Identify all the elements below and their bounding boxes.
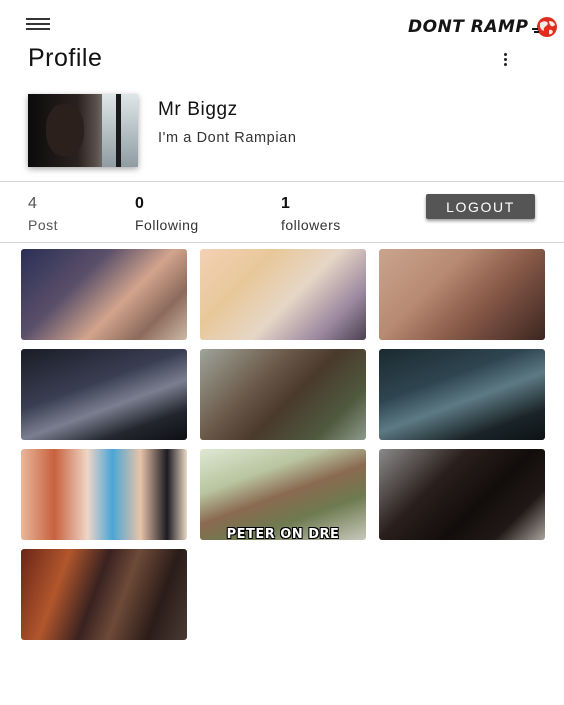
stat-following[interactable]: 0 Following xyxy=(135,195,199,233)
avatar[interactable] xyxy=(28,94,138,167)
post-thumbnail[interactable] xyxy=(21,349,187,440)
globe-icon xyxy=(532,17,558,37)
top-app-bar: DONT RAMP xyxy=(0,0,564,44)
following-count: 0 xyxy=(135,195,145,212)
post-thumbnail[interactable] xyxy=(21,549,187,640)
posts-label: Post xyxy=(28,217,59,233)
user-bio: I'm a Dont Rampian xyxy=(158,130,297,146)
stat-followers[interactable]: 1 followers xyxy=(281,195,341,233)
logout-button[interactable]: LOGOUT xyxy=(426,194,535,219)
logo-text: DONT RAMP xyxy=(408,17,529,37)
post-thumbnail[interactable] xyxy=(200,349,366,440)
posts-count: 4 xyxy=(28,195,38,212)
divider xyxy=(0,181,564,182)
post-thumbnail[interactable] xyxy=(21,449,187,540)
post-thumbnail[interactable] xyxy=(379,349,545,440)
hamburger-menu-icon[interactable] xyxy=(26,18,50,34)
page-title: Profile xyxy=(28,44,103,72)
user-name: Mr Biggz xyxy=(158,99,238,120)
followers-count: 1 xyxy=(281,195,291,212)
more-vertical-icon[interactable] xyxy=(499,52,513,68)
post-thumbnail[interactable] xyxy=(21,249,187,340)
following-label: Following xyxy=(135,217,199,233)
post-thumbnail[interactable] xyxy=(200,249,366,340)
stat-posts[interactable]: 4 Post xyxy=(28,195,58,233)
app-logo[interactable]: DONT RAMP xyxy=(408,14,561,40)
post-thumbnail[interactable] xyxy=(379,449,545,540)
post-thumbnail[interactable]: PETER ON DRE xyxy=(200,449,366,540)
followers-label: followers xyxy=(281,217,341,233)
divider xyxy=(0,242,564,243)
post-thumbnail[interactable] xyxy=(379,249,545,340)
